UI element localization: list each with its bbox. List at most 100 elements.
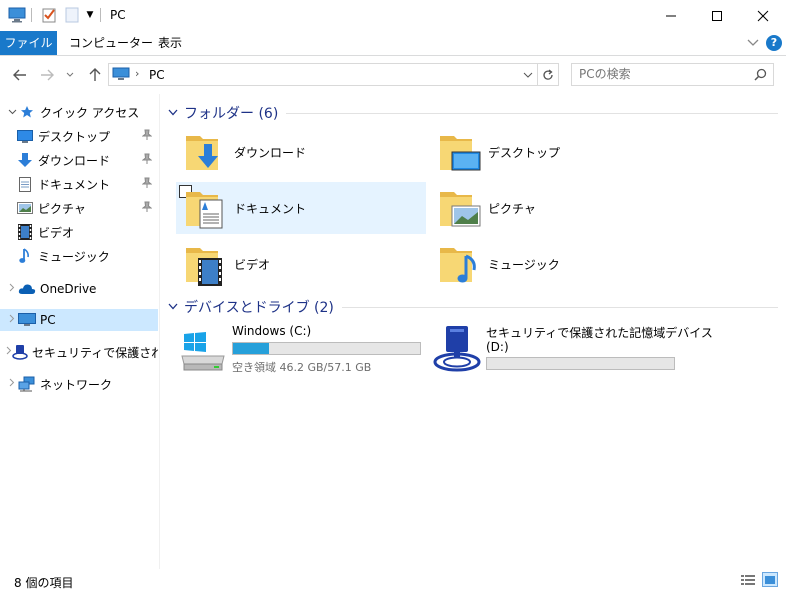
nav-quick-access[interactable]: クイック アクセス	[0, 101, 158, 123]
nav-label: デスクトップ	[38, 129, 111, 144]
nav-videos[interactable]: ビデオ	[0, 221, 158, 243]
nav-label: OneDrive	[40, 282, 97, 296]
collapsed-chevron-icon[interactable]	[6, 314, 18, 326]
folder-tile-pictures[interactable]: ピクチャ	[430, 182, 680, 234]
drive-name: Windows (C:)	[232, 324, 312, 338]
desktop-folder-icon	[438, 130, 482, 174]
folder-tile-downloads[interactable]: ダウンロード	[176, 126, 426, 178]
document-icon	[16, 176, 34, 192]
item-count: 8 個の項目	[14, 576, 74, 590]
drive-tile-c[interactable]: Windows (C:) 空き領域 46.2 GB/57.1 GB	[176, 322, 426, 378]
folder-label: ドキュメント	[234, 202, 307, 216]
title-separator	[100, 8, 101, 22]
folder-label: ミュージック	[488, 258, 560, 272]
downloads-folder-icon	[184, 130, 228, 174]
nav-label: ネットワーク	[40, 377, 113, 392]
folder-label: デスクトップ	[488, 146, 561, 160]
folder-label: ピクチャ	[488, 202, 536, 216]
drives-group-header[interactable]: デバイスとドライブ (2)	[168, 296, 778, 318]
maximize-button[interactable]	[694, 0, 740, 31]
drive-letter: (D:)	[486, 340, 509, 354]
forward-button[interactable]	[36, 65, 58, 85]
nav-label: ピクチャ	[38, 201, 86, 216]
nav-documents[interactable]: ドキュメント	[0, 173, 158, 195]
group-collapse-chevron-icon[interactable]	[168, 108, 178, 119]
network-icon	[18, 376, 36, 392]
refresh-button[interactable]	[538, 63, 559, 86]
nav-label: クイック アクセス	[40, 105, 140, 120]
expand-ribbon-chevron-icon[interactable]	[746, 36, 760, 50]
star-icon	[18, 104, 36, 120]
large-icons-view-icon[interactable]	[762, 572, 778, 587]
pin-icon[interactable]	[141, 153, 153, 168]
group-divider	[341, 306, 778, 308]
nav-onedrive[interactable]: OneDrive	[0, 278, 158, 300]
title-bar: ▼ PC	[0, 0, 786, 31]
nav-label: ダウンロード	[38, 153, 111, 168]
group-title: デバイスとドライブ (2)	[184, 300, 334, 316]
minimize-button[interactable]	[648, 0, 694, 31]
pictures-folder-icon	[438, 186, 482, 230]
ribbon-tabs: ファイル コンピューター 表示 ?	[0, 31, 786, 56]
group-title: フォルダー (6)	[184, 106, 279, 122]
collapsed-chevron-icon[interactable]	[6, 283, 18, 295]
drive-tile-d[interactable]: セキュリティで保護された記憶域デバイス (D:)	[430, 322, 730, 378]
tab-view[interactable]: 表示	[146, 31, 194, 55]
picture-icon	[16, 200, 34, 216]
pin-icon[interactable]	[141, 177, 153, 192]
collapsed-chevron-icon[interactable]	[6, 378, 18, 390]
nav-pc[interactable]: PC	[0, 309, 158, 331]
search-icon[interactable]	[754, 68, 767, 84]
group-collapse-chevron-icon[interactable]	[168, 302, 178, 313]
window-title: PC	[110, 8, 126, 22]
folder-tile-documents[interactable]: ドキュメント	[176, 182, 426, 234]
download-arrow-icon	[16, 152, 34, 168]
group-divider	[286, 112, 778, 114]
breadcrumb-chevron-icon: ›	[135, 67, 140, 80]
properties-icon[interactable]	[38, 5, 60, 25]
nav-label: ミュージック	[38, 249, 110, 264]
music-note-icon	[16, 248, 34, 264]
recent-locations-chevron-icon[interactable]	[62, 65, 78, 85]
search-box[interactable]	[571, 63, 774, 86]
nav-music[interactable]: ミュージック	[0, 245, 158, 267]
onedrive-cloud-icon	[18, 281, 36, 297]
folder-tile-desktop[interactable]: デスクトップ	[430, 126, 680, 178]
nav-desktop[interactable]: デスクトップ	[0, 125, 158, 147]
pc-icon	[18, 312, 36, 328]
pin-icon[interactable]	[141, 129, 153, 144]
nav-pictures[interactable]: ピクチャ	[0, 197, 158, 219]
expanded-chevron-icon[interactable]	[6, 107, 18, 118]
close-button[interactable]	[740, 0, 786, 31]
address-bar[interactable]: › PC	[108, 63, 538, 86]
details-view-icon[interactable]	[740, 573, 756, 590]
secure-storage-drive-icon	[432, 324, 482, 375]
status-bar: 8 個の項目	[0, 569, 786, 593]
nav-network[interactable]: ネットワーク	[0, 373, 158, 395]
secure-storage-icon	[12, 344, 28, 360]
nav-label: ドキュメント	[38, 177, 111, 192]
desktop-icon	[16, 128, 34, 144]
folder-tile-music[interactable]: ミュージック	[430, 238, 680, 290]
address-dropdown-chevron-icon[interactable]	[523, 69, 533, 83]
drive-free-space: 空き領域 46.2 GB/57.1 GB	[232, 361, 372, 374]
folder-label: ダウンロード	[234, 146, 307, 160]
address-row: › PC	[0, 56, 786, 94]
videos-folder-icon	[184, 242, 228, 286]
tab-file[interactable]: ファイル	[0, 31, 57, 55]
up-button[interactable]	[84, 65, 106, 85]
search-input[interactable]	[579, 67, 749, 81]
back-button[interactable]	[9, 65, 31, 85]
folders-group-header[interactable]: フォルダー (6)	[168, 102, 778, 124]
folder-label: ビデオ	[234, 258, 271, 272]
breadcrumb-pc[interactable]: PC	[149, 68, 165, 82]
help-icon[interactable]: ?	[766, 35, 782, 51]
new-folder-icon[interactable]	[62, 5, 82, 25]
nav-downloads[interactable]: ダウンロード	[0, 149, 158, 171]
pc-icon[interactable]	[6, 5, 28, 25]
pin-icon[interactable]	[141, 201, 153, 216]
folder-tile-videos[interactable]: ビデオ	[176, 238, 426, 290]
navigation-pane: クイック アクセス デスクトップ ダウンロード ドキュメント ピクチャ ビデオ	[0, 94, 160, 569]
customize-qa-dropdown-icon[interactable]: ▼	[82, 5, 98, 25]
nav-secure-storage[interactable]: セキュリティで保護された	[0, 341, 158, 363]
